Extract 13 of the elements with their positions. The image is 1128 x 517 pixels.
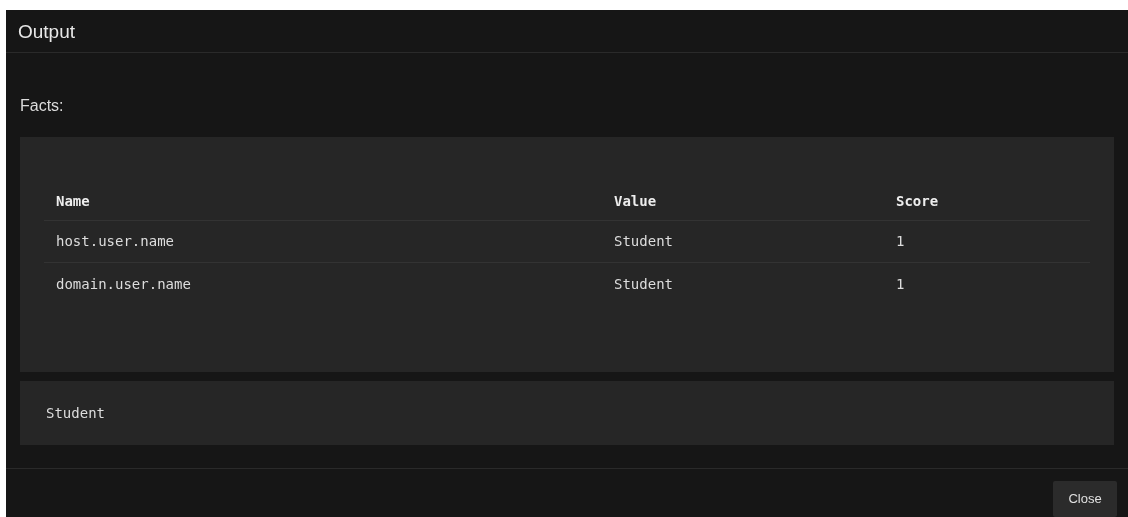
table-cell-text: domain.user.name xyxy=(56,274,191,294)
table-cell-text: host.user.name xyxy=(56,232,174,251)
column-header: Name xyxy=(56,192,90,211)
table-cell-text: Student xyxy=(614,232,673,251)
column-header: Value xyxy=(614,192,657,211)
column-header: Score xyxy=(896,192,939,211)
result-text: Student xyxy=(46,403,105,423)
table-cell-text: Student xyxy=(614,274,673,294)
section-label: Facts: xyxy=(20,96,64,116)
dialog-title: Output xyxy=(18,21,76,42)
table-cell-text: 1 xyxy=(896,232,905,251)
close-button[interactable]: Close xyxy=(1053,481,1117,517)
table-cell-text: 1 xyxy=(896,274,905,294)
